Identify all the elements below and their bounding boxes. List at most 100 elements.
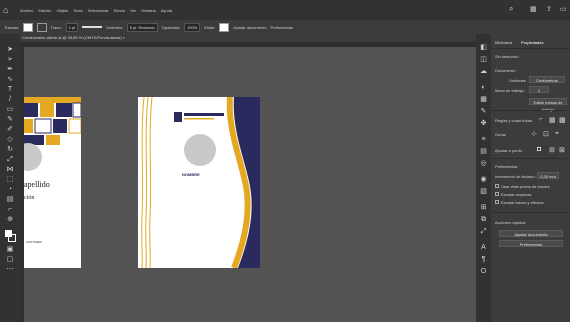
stroke-swatch[interactable] [36, 22, 47, 32]
stroke-color-icon[interactable] [8, 234, 16, 242]
stroke-profile-preview[interactable] [82, 26, 103, 28]
curvature-tool-icon[interactable]: ∿ [5, 76, 15, 84]
pen-tool-icon[interactable]: ✒ [5, 66, 15, 74]
character-icon[interactable]: A [479, 244, 488, 252]
pathfinder-icon[interactable]: ⧉ [479, 216, 488, 224]
artboard-left[interactable]: apellido ción CANTADEZ [24, 97, 81, 268]
smart-guides-icon[interactable]: ⌖ [555, 130, 559, 138]
eyedropper-tool-icon[interactable]: ⌐ [5, 206, 15, 214]
snap-pixel-icon[interactable]: ⊠ [559, 146, 565, 154]
menu-item-objeto[interactable]: Objeto [56, 8, 68, 13]
divider [491, 158, 570, 159]
opacity-field[interactable]: 100% [184, 22, 201, 32]
navy-tile [56, 103, 72, 117]
brush-style-field[interactable]: 5 pt. Redondo [126, 22, 158, 32]
properties-icon[interactable]: ◧ [479, 44, 488, 52]
doc-setup-panel-button[interactable]: Ajustar documento [499, 230, 563, 237]
transparency-icon[interactable]: ◎ [479, 160, 488, 168]
shape-builder-tool-icon[interactable]: ◔ [5, 186, 15, 194]
snap-grid-icon[interactable]: ⊞ [549, 146, 555, 154]
menu-item-ver[interactable]: Ver [130, 8, 136, 13]
more-tools-icon[interactable]: ⋯ [5, 266, 15, 274]
menu-item-ventana[interactable]: Ventana [141, 8, 156, 13]
free-transform-tool-icon[interactable]: ⬚ [5, 176, 15, 184]
width-tool-icon[interactable]: ⋈ [5, 166, 15, 174]
ruler-icon[interactable]: ⌐ [539, 116, 543, 123]
style-swatch[interactable] [219, 22, 230, 32]
brush-tool-icon[interactable]: ✎ [5, 116, 15, 124]
stroke-icon[interactable]: ≡ [479, 136, 488, 144]
logo-text-bar [184, 113, 224, 116]
horizontal-ruler[interactable] [20, 42, 476, 47]
opentype-icon[interactable]: O [479, 268, 488, 276]
tab-properties[interactable]: Propiedades [521, 40, 543, 45]
selection-tool-icon[interactable]: ➤ [5, 46, 15, 54]
layers-icon[interactable]: ◫ [479, 56, 488, 64]
keyboard-increment-field[interactable]: 0,35 mm [537, 172, 559, 179]
screen-mode-icon[interactable]: ▢ [5, 256, 15, 264]
menu-item-ayuda[interactable]: Ayuda [161, 8, 172, 13]
menu-item-edicion[interactable]: Edición [38, 8, 51, 13]
paragraph-icon[interactable]: ¶ [479, 256, 488, 264]
menu-item-seleccionar[interactable]: Seleccionar [88, 8, 109, 13]
symbols-icon[interactable]: ✤ [479, 120, 488, 128]
doc-setup-button[interactable]: Ajustar documento [233, 25, 266, 30]
color-icon[interactable]: ◐ [479, 84, 488, 92]
logo-text: INSTITUCIÓN EDUCATIVA [186, 109, 211, 111]
corner-preview-checkbox[interactable] [495, 184, 499, 188]
scale-corners-checkbox[interactable] [495, 192, 499, 196]
artboard-left-footer: CANTADEZ [26, 240, 42, 244]
swatches-icon[interactable]: ▦ [479, 96, 488, 104]
artboard-left-subtitle: ción [24, 195, 35, 201]
grid-icon[interactable]: ▦ [549, 116, 556, 124]
rotate-tool-icon[interactable]: ↻ [5, 146, 15, 154]
preferences-panel-button[interactable]: Preferencias [499, 240, 563, 247]
search-icon[interactable]: ⌕ [509, 4, 519, 14]
preferences-button[interactable]: Preferencias [271, 25, 293, 30]
gradient-icon[interactable]: ▤ [479, 148, 488, 156]
type-tool-icon[interactable]: T [5, 86, 15, 94]
edit-artboards-button[interactable]: Editar mesas de trabajo [529, 98, 567, 112]
menu-item-archivo[interactable]: Archivo [20, 8, 33, 13]
document-tab[interactable]: Credenciales afiche.ai @ 45,89 % (CMYK/P… [20, 34, 480, 42]
appearance-icon[interactable]: ◉ [479, 176, 488, 184]
menu-item-texto[interactable]: Texto [73, 8, 83, 13]
graphic-styles-icon[interactable]: ▧ [479, 188, 488, 196]
pixel-grid-icon[interactable]: ▩ [559, 116, 566, 124]
eraser-tool-icon[interactable]: ◇ [5, 136, 15, 144]
scale-strokes-checkbox[interactable] [495, 200, 499, 204]
libraries-icon[interactable]: ☁ [479, 68, 488, 76]
transform-icon[interactable]: ⤢ [479, 228, 488, 236]
artboard-dropdown[interactable]: 1 [529, 86, 549, 93]
rectangle-tool-icon[interactable]: ▭ [5, 106, 15, 114]
gold-band [24, 97, 81, 103]
shaper-tool-icon[interactable]: ✐ [5, 126, 15, 134]
scale-tool-icon[interactable]: ⤢ [5, 156, 15, 164]
tab-libraries[interactable]: Biblioteca [495, 40, 512, 45]
artboard-right-name: NOMBRE [182, 172, 200, 177]
lock-guides-icon[interactable]: ⊡ [543, 130, 549, 138]
workspace-icon[interactable]: ▦ [530, 5, 542, 15]
color-mode-icon[interactable]: ▣ [5, 246, 15, 254]
fill-swatch[interactable] [22, 22, 33, 32]
home-icon[interactable]: ⌂ [3, 5, 13, 15]
scale-corners-label: Escalar esquinas [501, 192, 532, 197]
brushes-icon[interactable]: ✎ [479, 108, 488, 116]
snap-point-icon[interactable]: ◘ [537, 146, 541, 153]
gradient-tool-icon[interactable]: ▤ [5, 196, 15, 204]
direct-selection-tool-icon[interactable]: ➢ [5, 56, 15, 64]
share-icon[interactable]: ⇪ [546, 5, 556, 15]
align-icon[interactable]: ⊞ [479, 204, 488, 212]
zoom-tool-icon[interactable]: ⊕ [5, 216, 15, 224]
menu-item-efecto[interactable]: Efecto [114, 8, 125, 13]
stroke-label: Trazo: [50, 24, 62, 30]
corner-preview-label: Usar vista previa de bordes [501, 184, 550, 189]
units-dropdown[interactable]: Centímetros [529, 76, 565, 83]
stroke-profile-label[interactable]: Uniforme [106, 25, 122, 30]
artboard-right[interactable]: INSTITUCIÓN EDUCATIVA NOMBRE [138, 97, 260, 268]
gold-tile [24, 119, 33, 133]
window-icon[interactable]: ▭ [560, 5, 568, 15]
line-tool-icon[interactable]: / [5, 96, 15, 104]
show-guides-icon[interactable]: ⊹ [531, 130, 537, 138]
stroke-weight-field[interactable]: 1 pt [65, 22, 79, 32]
